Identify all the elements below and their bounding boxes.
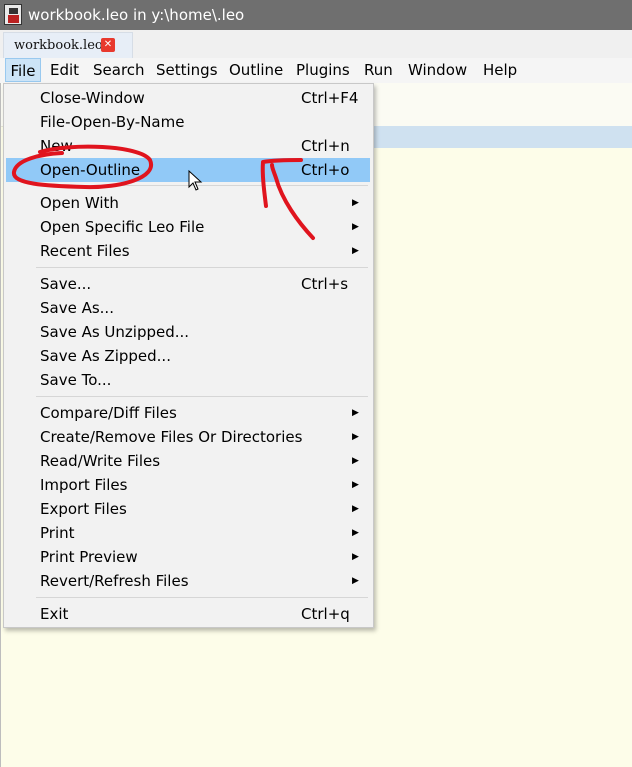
submenu-arrow-icon: ▶: [352, 222, 359, 232]
menu-item-label: Open-Outline: [40, 161, 141, 179]
menu-item-label: New: [40, 137, 73, 155]
menu-edit-label: Edit: [50, 61, 80, 79]
menu-item-label: Save As Unzipped...: [40, 323, 190, 341]
menu-item-label: Recent Files: [40, 242, 130, 260]
menu-item-label: Compare/Diff Files: [40, 404, 177, 422]
menu-plugins[interactable]: Plugins: [296, 58, 350, 82]
tab-workbook[interactable]: workbook.leo ✕: [3, 32, 133, 58]
menu-item-read-write-files[interactable]: Read/Write Files ▶: [6, 449, 370, 473]
menu-edit[interactable]: Edit: [50, 58, 79, 82]
menu-bar: File Edit Search Settings Outline Plugin…: [0, 58, 632, 83]
menu-item-label: Read/Write Files: [40, 452, 161, 470]
menu-outline[interactable]: Outline: [229, 58, 283, 82]
menu-item-shortcut: Ctrl+o: [301, 161, 350, 179]
menu-item-label: Print Preview: [40, 548, 138, 566]
menu-item-label: Import Files: [40, 476, 128, 494]
menu-item-save-as[interactable]: Save As...: [6, 296, 370, 320]
menu-item-shortcut: Ctrl+s: [301, 275, 349, 293]
submenu-arrow-icon: ▶: [352, 432, 359, 442]
submenu-arrow-icon: ▶: [352, 198, 359, 208]
menu-file[interactable]: File: [5, 58, 41, 82]
menu-item-create-remove-files[interactable]: Create/Remove Files Or Directories ▶: [6, 425, 370, 449]
menu-item-save[interactable]: Save... Ctrl+s: [6, 272, 370, 296]
menu-item-shortcut: Ctrl+q: [301, 605, 350, 623]
menu-item-print[interactable]: Print ▶: [6, 521, 370, 545]
menu-help-label: Help: [483, 61, 518, 79]
submenu-arrow-icon: ▶: [352, 528, 359, 538]
menu-item-compare-diff-files[interactable]: Compare/Diff Files ▶: [6, 401, 370, 425]
menu-search-label: Search: [93, 61, 145, 79]
menu-item-label: Save...: [40, 275, 92, 293]
menu-item-save-as-zipped[interactable]: Save As Zipped...: [6, 344, 370, 368]
submenu-arrow-icon: ▶: [352, 456, 359, 466]
menu-separator: [36, 597, 368, 598]
leo-app-icon[interactable]: [4, 4, 22, 25]
menu-item-new[interactable]: New Ctrl+n: [6, 134, 370, 158]
file-menu-dropdown: Close-Window Ctrl+F4 File-Open-By-Name N…: [3, 83, 374, 628]
menu-separator: [36, 267, 368, 268]
submenu-arrow-icon: ▶: [352, 504, 359, 514]
tab-label: workbook.leo: [14, 38, 103, 53]
menu-item-shortcut: Ctrl+n: [301, 137, 350, 155]
pane-divider: [0, 83, 1, 767]
menu-settings-label: Settings: [156, 61, 218, 79]
menu-item-save-to[interactable]: Save To...: [6, 368, 370, 392]
menu-item-label: Create/Remove Files Or Directories: [40, 428, 303, 446]
menu-item-revert-refresh-files[interactable]: Revert/Refresh Files ▶: [6, 569, 370, 593]
menu-window[interactable]: Window: [408, 58, 467, 82]
menu-item-save-as-unzipped[interactable]: Save As Unzipped...: [6, 320, 370, 344]
menu-separator: [36, 185, 368, 186]
menu-run[interactable]: Run: [364, 58, 393, 82]
submenu-arrow-icon: ▶: [352, 480, 359, 490]
outline-selected-row[interactable]: [370, 126, 632, 148]
menu-item-open-specific-leo-file[interactable]: Open Specific Leo File ▶: [6, 215, 370, 239]
menu-item-shortcut: Ctrl+F4: [301, 89, 359, 107]
menu-item-label: Export Files: [40, 500, 127, 518]
menu-run-label: Run: [364, 61, 393, 79]
menu-item-close-window[interactable]: Close-Window Ctrl+F4: [6, 86, 370, 110]
menu-plugins-label: Plugins: [296, 61, 350, 79]
submenu-arrow-icon: ▶: [352, 408, 359, 418]
menu-item-label: Save As Zipped...: [40, 347, 171, 365]
submenu-arrow-icon: ▶: [352, 552, 359, 562]
title-bar: workbook.leo in y:\home\.leo: [0, 0, 632, 30]
close-icon[interactable]: ✕: [101, 38, 115, 52]
menu-item-label: Revert/Refresh Files: [40, 572, 189, 590]
menu-window-label: Window: [408, 61, 468, 79]
menu-search[interactable]: Search: [93, 58, 145, 82]
menu-item-label: Save As...: [40, 299, 114, 317]
menu-settings[interactable]: Settings: [156, 58, 218, 82]
submenu-arrow-icon: ▶: [352, 576, 359, 586]
tab-strip: workbook.leo ✕: [0, 30, 632, 58]
menu-item-print-preview[interactable]: Print Preview ▶: [6, 545, 370, 569]
menu-item-label: Open Specific Leo File: [40, 218, 205, 236]
menu-item-open-with[interactable]: Open With ▶: [6, 191, 370, 215]
menu-item-label: Exit: [40, 605, 69, 623]
menu-item-recent-files[interactable]: Recent Files ▶: [6, 239, 370, 263]
menu-item-label: File-Open-By-Name: [40, 113, 185, 131]
menu-item-label: Open With: [40, 194, 119, 212]
menu-item-open-outline[interactable]: Open-Outline Ctrl+o: [6, 158, 370, 182]
menu-item-export-files[interactable]: Export Files ▶: [6, 497, 370, 521]
menu-item-label: Close-Window: [40, 89, 145, 107]
menu-item-file-open-by-name[interactable]: File-Open-By-Name: [6, 110, 370, 134]
menu-item-exit[interactable]: Exit Ctrl+q: [6, 602, 370, 626]
menu-file-label: File: [10, 62, 36, 80]
window-title: workbook.leo in y:\home\.leo: [28, 6, 245, 24]
menu-item-label: Save To...: [40, 371, 112, 389]
menu-item-label: Print: [40, 524, 75, 542]
menu-separator: [36, 396, 368, 397]
submenu-arrow-icon: ▶: [352, 246, 359, 256]
menu-outline-label: Outline: [229, 61, 284, 79]
menu-item-import-files[interactable]: Import Files ▶: [6, 473, 370, 497]
menu-help[interactable]: Help: [483, 58, 517, 82]
